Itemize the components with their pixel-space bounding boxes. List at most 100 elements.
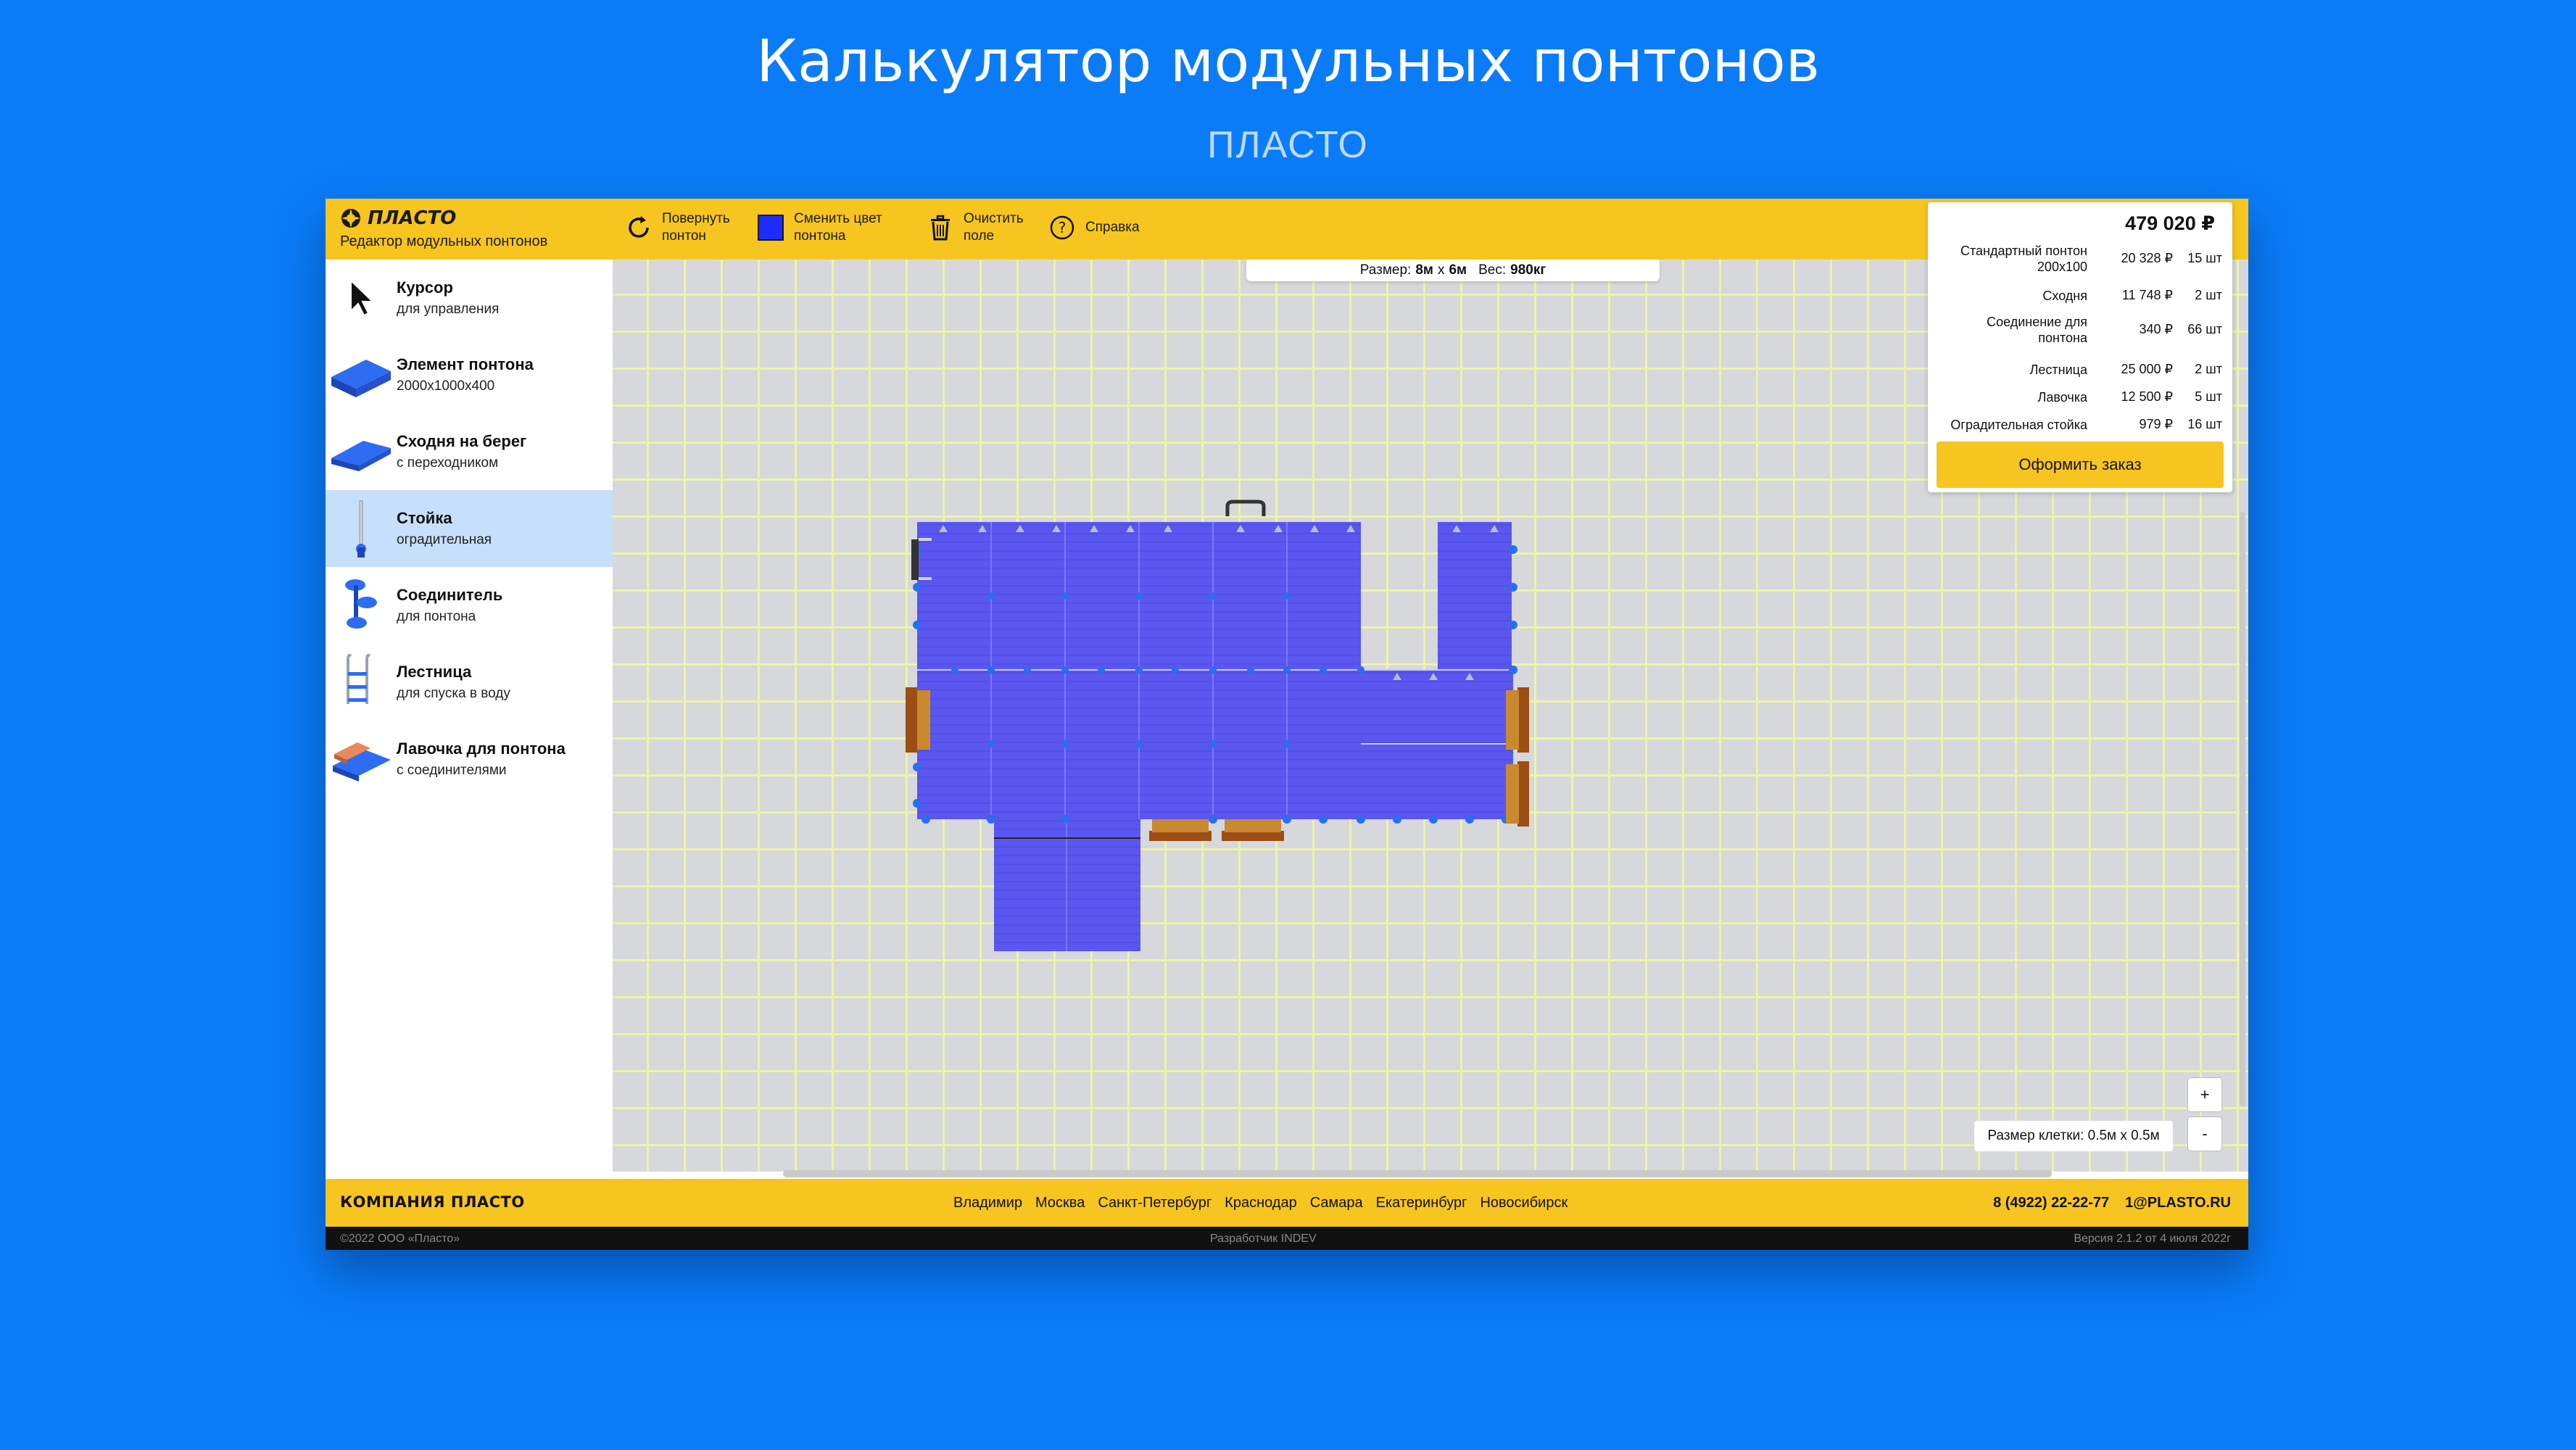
order-item-price: 25 000 ₽ — [2121, 362, 2173, 376]
logo[interactable]: ПЛАСТО — [340, 207, 547, 229]
change-color-button[interactable]: Сменить цвет понтона — [756, 210, 882, 245]
size-length: 6м — [1449, 262, 1467, 278]
palette-item-subtitle: для спуска в воду — [397, 686, 510, 701]
footer-brand: КОМПАНИЯ ПЛАСТО — [340, 1193, 525, 1211]
city-link[interactable]: Санкт-Петербург — [1098, 1195, 1212, 1211]
order-item-qty: 66 шт — [2187, 322, 2222, 336]
trash-icon — [926, 213, 955, 242]
color-label-1: Сменить цвет — [794, 211, 882, 226]
order-item-name: Сходня — [2042, 289, 2087, 303]
page-title: Калькулятор модульных понтонов — [756, 28, 1820, 95]
palette-item-title: Сходня на берег — [397, 432, 527, 450]
order-item-price: 340 ₽ — [2139, 322, 2174, 336]
weight-label: Вес: — [1478, 262, 1507, 278]
rotate-icon — [624, 213, 653, 242]
city-links: Владимир Москва Санкт-Петербург Краснода… — [953, 1195, 1567, 1211]
rotate-label-2: понтон — [662, 228, 706, 244]
footer: КОМПАНИЯ ПЛАСТО Владимир Москва Санкт-Пе… — [326, 1179, 2248, 1227]
order-item-qty: 5 шт — [2195, 389, 2222, 404]
palette-item-bench[interactable]: Лавочка для понтона с соединителями — [326, 721, 613, 798]
palette-item-subtitle: с переходником — [397, 455, 499, 471]
color-label-2: понтона — [794, 228, 846, 244]
developer-credit[interactable]: Разработчик INDEV — [1210, 1232, 1317, 1246]
city-link[interactable]: Москва — [1035, 1195, 1085, 1211]
gangway-icon — [326, 415, 397, 488]
horizontal-scrollbar[interactable] — [783, 1170, 2052, 1177]
palette-item-pontoon[interactable]: Элемент понтона 2000x1000x400 — [326, 336, 613, 413]
palette-item-subtitle: для понтона — [397, 609, 476, 624]
order-item-qty: 15 шт — [2187, 251, 2222, 265]
city-link[interactable]: Екатеринбург — [1376, 1195, 1467, 1211]
bottom-bar: ©2022 ООО «Пласто» Разработчик INDEV Вер… — [326, 1227, 2248, 1250]
cursor-icon — [326, 262, 397, 334]
help-icon: ? — [1048, 213, 1077, 242]
order-item-price: 20 328 ₽ — [2121, 251, 2173, 265]
vertical-scrollbar[interactable] — [2240, 512, 2245, 1106]
copyright: ©2022 ООО «Пласто» — [340, 1232, 460, 1245]
brand: ПЛАСТО Редактор модульных понтонов — [340, 207, 547, 250]
zoom-in-button[interactable]: + — [2187, 1077, 2222, 1112]
palette-item-connector[interactable]: Соединитель для понтона — [326, 567, 613, 644]
size-label: Размер: — [1359, 262, 1412, 278]
ladder-icon — [326, 646, 397, 718]
size-width: 8м — [1415, 262, 1433, 278]
order-item-name: Стандартный понтон 200x100 — [1960, 244, 2087, 274]
help-label: Справка — [1085, 220, 1140, 235]
order-summary-panel: 479 020 ₽ Стандартный понтон 200x100 20 … — [1928, 202, 2232, 492]
pontoon-element-icon — [326, 339, 397, 411]
palette-item-subtitle: 2000x1000x400 — [397, 378, 495, 394]
pontoon-modules[interactable] — [917, 522, 1513, 951]
size-weight-indicator: Размер: 8м x 6м Вес: 980кг — [1246, 260, 1660, 281]
palette-item-gangway[interactable]: Сходня на берег с переходником — [326, 413, 613, 490]
order-item-price: 11 748 ₽ — [2121, 288, 2173, 302]
order-item-price: 12 500 ₽ — [2121, 389, 2173, 404]
help-button[interactable]: ? Справка — [1048, 213, 1140, 242]
palette-item-title: Стойка — [397, 509, 452, 527]
version-info: Версия 2.1.2 от 4 июля 2022г — [2074, 1232, 2231, 1245]
order-item-name: Соединение для понтона — [1987, 315, 2087, 345]
palette-item-ladder[interactable]: Лестница для спуска в воду — [326, 644, 613, 721]
brand-tagline: Редактор модульных понтонов — [340, 233, 548, 249]
email-link[interactable]: 1@PLASTO.RU — [2125, 1195, 2231, 1211]
palette-item-subtitle: с соединителями — [397, 763, 507, 778]
contacts: 8 (4922) 22-22-77 1@PLASTO.RU — [1993, 1195, 2231, 1211]
zoom-out-button[interactable]: - — [2187, 1116, 2222, 1151]
element-palette: Курсор для управления Элемент понтона 2000… — [326, 260, 613, 1172]
clear-field-button[interactable]: Очистить поле — [926, 210, 1024, 245]
logo-text: ПЛАСТО — [368, 207, 457, 229]
order-item-qty: 2 шт — [2195, 288, 2222, 302]
svg-text:?: ? — [1059, 219, 1067, 236]
palette-item-title: Соединитель — [397, 586, 503, 604]
city-link[interactable]: Краснодар — [1225, 1195, 1297, 1211]
city-link[interactable]: Самара — [1310, 1195, 1363, 1211]
rotate-pontoon-button[interactable]: Повернуть понтон — [624, 210, 730, 245]
order-row: Соединение для понтона 340 ₽ 66 шт — [1928, 314, 2232, 346]
rotate-label-1: Повернуть — [662, 211, 730, 226]
clear-label-1: Очистить — [964, 211, 1024, 226]
bench-icon — [326, 723, 397, 795]
palette-item-cursor[interactable]: Курсор для управления — [326, 260, 613, 336]
page-subtitle: ПЛАСТО — [1207, 124, 1369, 166]
clear-label-2: поле — [964, 228, 995, 244]
palette-item-post[interactable]: Стойка оградительная — [326, 490, 613, 567]
editor-window: ПЛАСТО Редактор модульных понтонов Повер… — [326, 199, 2248, 1250]
place-order-button[interactable]: Оформить заказ — [1937, 442, 2224, 488]
palette-item-title: Курсор — [397, 278, 453, 297]
post-icon — [326, 492, 397, 565]
phone-link[interactable]: 8 (4922) 22-22-77 — [1993, 1195, 2109, 1211]
order-total: 479 020 ₽ — [2125, 212, 2215, 234]
order-item-qty: 16 шт — [2187, 417, 2222, 431]
palette-item-title: Лестница — [397, 663, 472, 681]
order-item-qty: 2 шт — [2195, 362, 2222, 376]
connector-icon — [326, 569, 397, 642]
city-link[interactable]: Владимир — [953, 1195, 1022, 1211]
city-link[interactable]: Новосибирск — [1480, 1195, 1567, 1211]
palette-item-subtitle: для управления — [397, 302, 500, 317]
palette-item-title: Элемент понтона — [397, 355, 534, 373]
color-swatch-icon — [758, 215, 784, 241]
palette-item-subtitle: оградительная — [397, 532, 492, 547]
order-item-name: Лавочка — [2037, 390, 2087, 405]
order-item-name: Оградительная стойка — [1950, 418, 2087, 432]
cell-size-indicator: Размер клетки: 0.5м x 0.5м — [1974, 1121, 2173, 1151]
order-row: Стандартный понтон 200x100 20 328 ₽ 15 ш… — [1928, 243, 2232, 275]
